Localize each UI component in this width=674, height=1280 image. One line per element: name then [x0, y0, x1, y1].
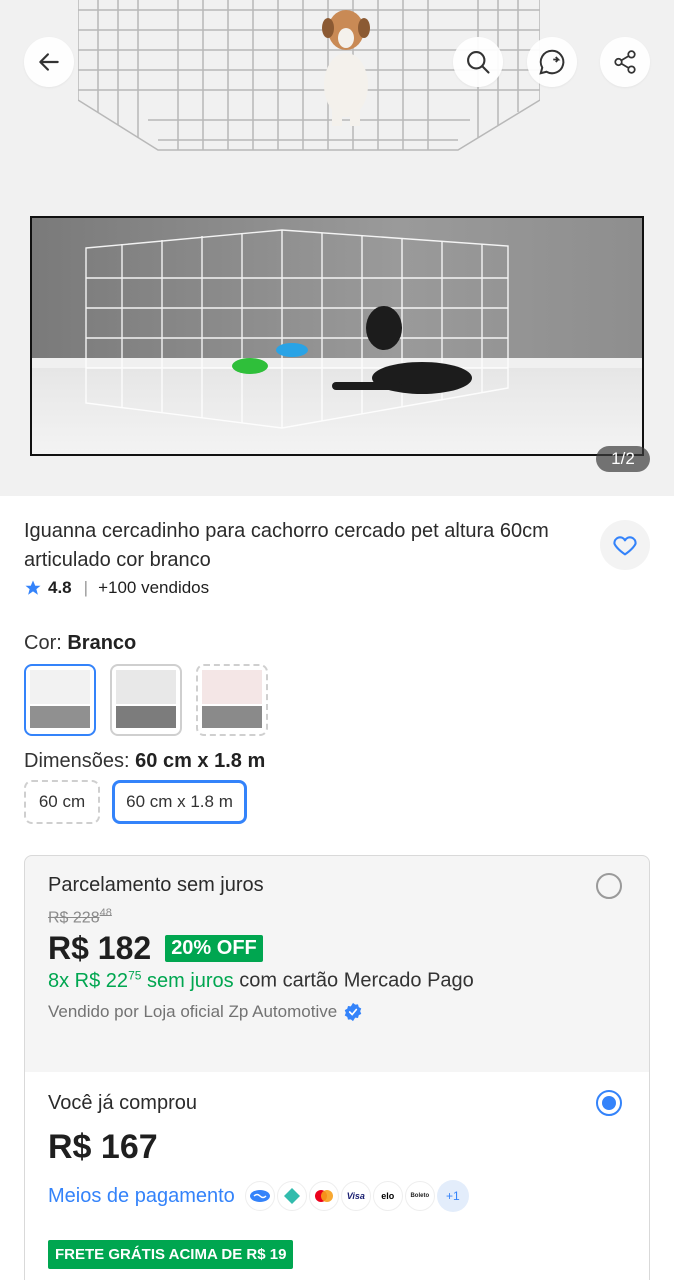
offer-bought-title: Você já comprou [48, 1092, 197, 1114]
dimension-label: Dimensões: 60 cm x 1.8 m [24, 750, 266, 772]
arrow-left-icon [39, 53, 59, 71]
back-button[interactable] [24, 37, 74, 87]
current-price: R$ 182 [48, 930, 152, 966]
color-label: Cor: Branco [24, 632, 137, 654]
verified-badge-icon [344, 1002, 362, 1022]
whatsapp-share-button[interactable] [527, 37, 577, 87]
favorite-button[interactable] [600, 520, 650, 570]
pix-icon [276, 1181, 307, 1211]
product-title: Iguanna cercadinho para cachorro cercado… [24, 520, 549, 571]
offer-bought-radio[interactable] [596, 1090, 622, 1116]
color-swatch-1[interactable] [24, 664, 96, 736]
visa-icon: Visa [340, 1181, 371, 1211]
rating-separator: | [83, 578, 89, 597]
payment-methods-row[interactable]: Meios de pagamento Visa elo Boleto +1 [48, 1180, 469, 1212]
search-button[interactable] [453, 37, 503, 87]
share-icon [614, 50, 636, 74]
mastercard-icon [308, 1181, 339, 1211]
dimension-option-60cm[interactable]: 60 cm [24, 780, 100, 824]
search-icon [467, 51, 490, 74]
share-button[interactable] [600, 37, 650, 87]
sold-count: +100 vendidos [98, 578, 210, 597]
offer-installments-title: Parcelamento sem juros [48, 874, 264, 896]
dimension-option-60cm-1-8m[interactable]: 60 cm x 1.8 m [112, 780, 247, 824]
free-shipping-badge: FRETE GRÁTIS ACIMA DE R$ 19 [48, 1240, 294, 1269]
offer-installments-card[interactable]: Parcelamento sem juros R$ 22848 R$ 182 2… [24, 855, 650, 1073]
installments-info: 8x R$ 2275 sem juros com cartão Mercado … [48, 968, 474, 992]
offer-installments-radio[interactable] [596, 873, 622, 899]
bought-price: R$ 167 [48, 1128, 158, 1166]
discount-badge: 20% OFF [165, 935, 263, 962]
color-swatch-3[interactable] [196, 664, 268, 736]
rating-row[interactable]: 4.8 | +100 vendidos [24, 578, 209, 598]
color-value: Branco [67, 632, 137, 654]
payment-methods-link[interactable]: Meios de pagamento [48, 1185, 235, 1208]
product-image-main [30, 216, 644, 456]
color-swatch-2[interactable] [110, 664, 182, 736]
boleto-icon: Boleto [404, 1181, 435, 1211]
image-counter: 1/2 [596, 446, 650, 472]
rating-value: 4.8 [48, 578, 72, 597]
heart-icon [613, 536, 637, 556]
elo-icon: elo [372, 1181, 403, 1211]
product-gallery[interactable]: 1/2 [0, 0, 674, 496]
old-price: R$ 22848 [48, 907, 112, 927]
price-row: R$ 182 20% OFF [48, 930, 263, 967]
mercado-pago-icon [244, 1181, 275, 1211]
seller-info[interactable]: Vendido por Loja oficial Zp Automotive [48, 1002, 363, 1022]
whatsapp-share-icon [539, 49, 565, 75]
dimension-value: 60 cm x 1.8 m [135, 750, 266, 772]
star-icon [25, 580, 41, 595]
offer-bought-card[interactable]: Você já comprou R$ 167 Meios de pagament… [24, 1072, 650, 1280]
dog-illustration [322, 10, 370, 126]
payment-more-badge[interactable]: +1 [436, 1180, 469, 1212]
